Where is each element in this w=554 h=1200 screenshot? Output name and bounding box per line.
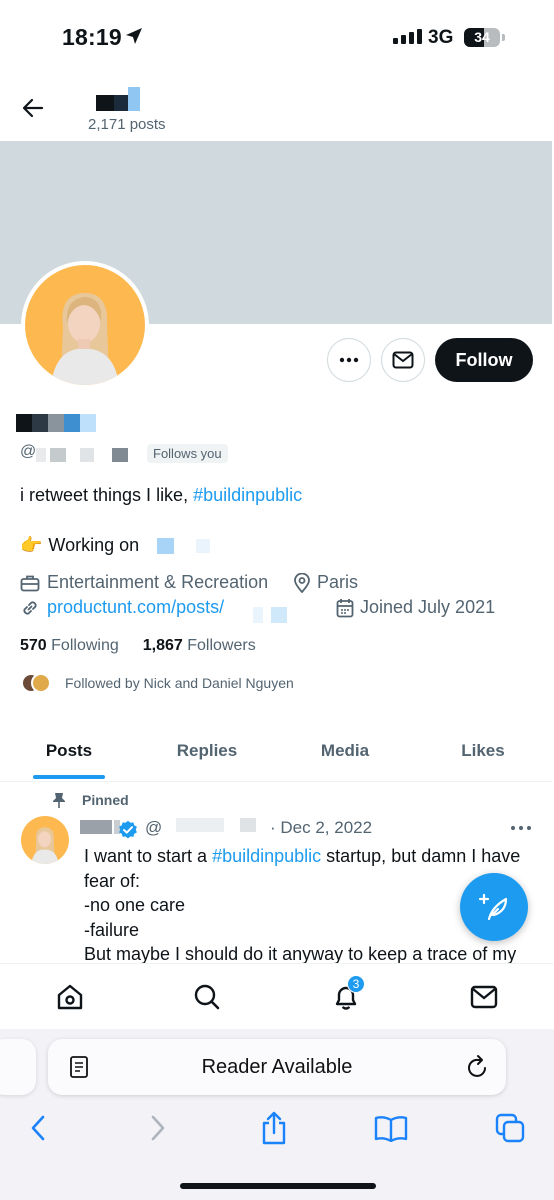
nav-search[interactable] <box>191 981 223 1013</box>
more-icon <box>339 357 359 363</box>
header-name-redacted <box>96 87 144 111</box>
profile-location: Paris <box>293 572 358 593</box>
location-pin-icon <box>294 572 310 593</box>
pin-icon <box>53 793 65 808</box>
battery-level: 34 <box>474 29 490 45</box>
compose-button[interactable] <box>460 873 528 941</box>
signal-icon <box>393 28 422 44</box>
browser-back-button[interactable] <box>20 1110 56 1146</box>
avatar-photo <box>51 292 119 385</box>
message-button[interactable] <box>381 338 425 382</box>
network-type: 3G <box>428 27 454 48</box>
followers-link[interactable]: 1,867 Followers <box>143 637 256 655</box>
tabs-button[interactable] <box>492 1110 528 1146</box>
location-arrow-icon <box>126 28 142 44</box>
follow-stats: 570 Following 1,867 Followers <box>20 637 256 655</box>
post-hashtag-link[interactable]: #buildinpublic <box>212 846 321 866</box>
avatar[interactable] <box>21 261 149 389</box>
bookmarks-icon <box>374 1116 408 1142</box>
home-icon <box>57 984 83 1010</box>
follows-you-badge: Follows you <box>147 444 228 463</box>
tab-likes[interactable]: Likes <box>414 720 552 781</box>
battery-icon: 34 <box>464 28 500 47</box>
active-tab-indicator <box>33 775 105 779</box>
share-button[interactable] <box>256 1110 292 1146</box>
profile-category: Entertainment & Recreation <box>20 572 268 593</box>
link-icon <box>23 600 37 615</box>
home-indicator <box>180 1183 376 1189</box>
display-name-redacted <box>16 414 96 432</box>
browser-forward-button[interactable] <box>140 1110 176 1146</box>
previous-tab-preview[interactable] <box>0 1039 36 1095</box>
following-link[interactable]: 570 Following <box>20 637 119 655</box>
mail-icon <box>470 985 498 1009</box>
status-bar: 18:19 3G 34 <box>0 0 554 76</box>
verified-icon <box>119 820 137 839</box>
nav-messages[interactable] <box>468 981 500 1013</box>
profile-joined-date: Joined July 2021 <box>336 597 495 618</box>
avatar-photo <box>31 827 59 864</box>
post-more-icon[interactable] <box>508 818 534 838</box>
compose-icon <box>478 893 508 921</box>
post-handle: @ <box>145 818 163 837</box>
avatar[interactable] <box>21 816 69 864</box>
notifications-badge: 3 <box>347 975 365 993</box>
nav-home[interactable] <box>54 981 86 1013</box>
bio-working-on: 👉 Working on <box>20 535 211 556</box>
post-date[interactable]: · Dec 2, 2022 <box>270 818 372 838</box>
profile-website[interactable]: productunt.com/posts/ <box>20 597 224 618</box>
share-icon <box>262 1111 286 1145</box>
website-link[interactable]: productunt.com/posts/ <box>47 597 224 618</box>
briefcase-icon <box>20 575 40 591</box>
reload-icon[interactable] <box>466 1054 490 1080</box>
follow-button[interactable]: Follow <box>435 338 533 382</box>
bio: i retweet things I like, #buildinpublic <box>20 485 303 505</box>
safari-back-icon <box>31 1115 45 1141</box>
tab-posts[interactable]: Posts <box>0 720 138 781</box>
back-button[interactable] <box>18 93 48 123</box>
search-icon <box>194 984 220 1010</box>
status-time: 18:19 <box>62 24 122 50</box>
profile-tabs: Posts Replies Media Likes <box>0 720 552 782</box>
bookmarks-button[interactable] <box>373 1110 409 1146</box>
bottom-nav <box>0 963 554 1029</box>
tab-replies[interactable]: Replies <box>138 720 276 781</box>
tabs-icon <box>495 1113 525 1143</box>
followed-by[interactable]: Followed by Nick and Daniel Nguyen <box>21 673 294 693</box>
back-arrow-icon <box>22 98 44 118</box>
header-posts-count: 2,171 posts <box>88 116 166 133</box>
reader-available-text[interactable]: Reader Available <box>48 1055 506 1079</box>
pointing-emoji: 👉 <box>20 535 43 555</box>
bio-hashtag-link[interactable]: #buildinpublic <box>193 485 302 505</box>
calendar-icon <box>336 598 354 617</box>
avatar <box>31 673 51 693</box>
pinned-label: Pinned <box>52 792 129 808</box>
message-icon <box>392 351 414 369</box>
tab-media[interactable]: Media <box>276 720 414 781</box>
more-options-button[interactable] <box>327 338 371 382</box>
safari-forward-icon <box>151 1115 165 1141</box>
